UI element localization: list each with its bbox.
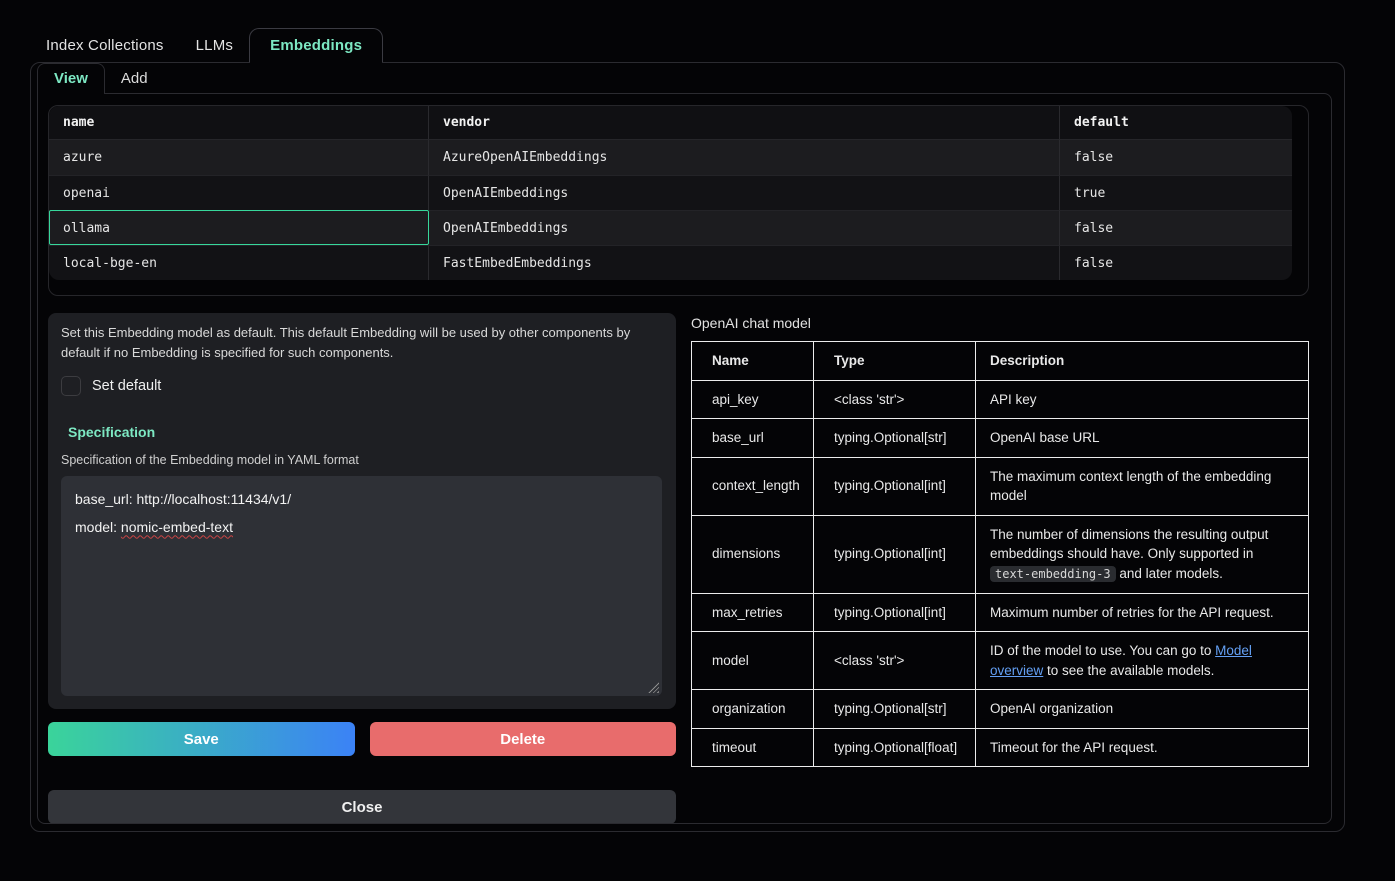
doc-column-name: Name — [692, 342, 814, 381]
specification-sublabel: Specification of the Embedding model in … — [61, 453, 662, 467]
doc-table-header: Name Type Description — [692, 342, 1309, 381]
tab-view[interactable]: View — [37, 63, 105, 93]
close-button[interactable]: Close — [48, 790, 676, 824]
table-row[interactable]: azure AzureOpenAIEmbeddings false — [49, 140, 1292, 175]
set-default-label: Set default — [92, 378, 161, 394]
set-default-description: Set this Embedding model as default. Thi… — [61, 323, 661, 363]
table-row[interactable]: ollama OpenAIEmbeddings false — [49, 210, 1292, 245]
doc-table-row: model <class 'str'> ID of the model to u… — [692, 632, 1309, 690]
doc-table-row: base_url typing.Optional[str] OpenAI bas… — [692, 419, 1309, 458]
yaml-spec-editor[interactable]: base_url: http://localhost:11434/v1/ mod… — [61, 476, 662, 696]
doc-table-row: organization typing.Optional[str] OpenAI… — [692, 690, 1309, 729]
set-default-checkbox[interactable] — [61, 376, 81, 396]
doc-table-row: api_key <class 'str'> API key — [692, 380, 1309, 419]
cell-default[interactable]: false — [1060, 210, 1292, 245]
embeddings-table: name vendor default azure AzureOpenAIEmb… — [49, 106, 1292, 280]
yaml-line-2: model: nomic-embed-text — [75, 514, 648, 541]
tab-add[interactable]: Add — [105, 63, 164, 93]
doc-cell-type: typing.Optional[int] — [814, 457, 976, 515]
sub-tab-bar: View Add — [31, 63, 1344, 93]
resize-handle[interactable] — [648, 682, 659, 693]
doc-cell-name: model — [692, 632, 814, 690]
delete-button[interactable]: Delete — [370, 722, 677, 756]
doc-column-description: Description — [976, 342, 1309, 381]
cell-vendor[interactable]: OpenAIEmbeddings — [429, 210, 1060, 245]
cell-default[interactable]: false — [1060, 140, 1292, 175]
embeddings-table-card: name vendor default azure AzureOpenAIEmb… — [48, 105, 1309, 296]
doc-cell-name: dimensions — [692, 515, 814, 593]
doc-cell-type: <class 'str'> — [814, 380, 976, 419]
doc-cell-type: typing.Optional[str] — [814, 419, 976, 458]
model-doc-table: Name Type Description api_key <class 'st… — [691, 341, 1309, 767]
cell-name[interactable]: openai — [49, 175, 429, 210]
doc-cell-name: context_length — [692, 457, 814, 515]
tab-index-collections[interactable]: Index Collections — [30, 28, 180, 62]
doc-cell-type: typing.Optional[float] — [814, 728, 976, 767]
cell-name[interactable]: azure — [49, 140, 429, 175]
cell-name[interactable]: ollama — [49, 210, 429, 245]
doc-cell-name: timeout — [692, 728, 814, 767]
doc-cell-type: typing.Optional[int] — [814, 515, 976, 593]
cell-vendor[interactable]: AzureOpenAIEmbeddings — [429, 140, 1060, 175]
doc-cell-description: The maximum context length of the embedd… — [976, 457, 1309, 515]
doc-cell-description: Maximum number of retries for the API re… — [976, 593, 1309, 632]
save-button[interactable]: Save — [48, 722, 355, 756]
embeddings-tab-panel: View Add name vendor default azure Azure… — [30, 62, 1345, 832]
doc-cell-type: typing.Optional[str] — [814, 690, 976, 729]
doc-column-type: Type — [814, 342, 976, 381]
cell-vendor[interactable]: FastEmbedEmbeddings — [429, 245, 1060, 280]
set-default-row: Set default — [61, 376, 662, 396]
doc-cell-type: <class 'str'> — [814, 632, 976, 690]
column-header-vendor: vendor — [429, 106, 1060, 140]
cell-vendor[interactable]: OpenAIEmbeddings — [429, 175, 1060, 210]
doc-cell-name: api_key — [692, 380, 814, 419]
inline-code: text-embedding-3 — [990, 566, 1116, 582]
view-tab-panel: name vendor default azure AzureOpenAIEmb… — [37, 93, 1332, 824]
doc-cell-description: OpenAI organization — [976, 690, 1309, 729]
specification-heading: Specification — [68, 424, 662, 440]
doc-cell-description: API key — [976, 380, 1309, 419]
tab-embeddings[interactable]: Embeddings — [249, 28, 383, 62]
default-and-spec-card: Set this Embedding model as default. Thi… — [48, 313, 676, 709]
tab-llms[interactable]: LLMs — [180, 28, 249, 62]
doc-cell-description: The number of dimensions the resulting o… — [976, 515, 1309, 593]
cell-name[interactable]: local-bge-en — [49, 245, 429, 280]
doc-table-row: dimensions typing.Optional[int] The numb… — [692, 515, 1309, 593]
doc-cell-description: Timeout for the API request. — [976, 728, 1309, 767]
table-row[interactable]: local-bge-en FastEmbedEmbeddings false — [49, 245, 1292, 280]
embeddings-table-header: name vendor default — [49, 106, 1292, 140]
doc-table-row: timeout typing.Optional[float] Timeout f… — [692, 728, 1309, 767]
doc-cell-name: base_url — [692, 419, 814, 458]
doc-cell-type: typing.Optional[int] — [814, 593, 976, 632]
doc-cell-description: OpenAI base URL — [976, 419, 1309, 458]
yaml-line-1: base_url: http://localhost:11434/v1/ — [75, 486, 648, 513]
cell-default[interactable]: false — [1060, 245, 1292, 280]
doc-table-row: max_retries typing.Optional[int] Maximum… — [692, 593, 1309, 632]
doc-cell-name: max_retries — [692, 593, 814, 632]
doc-table-row: context_length typing.Optional[int] The … — [692, 457, 1309, 515]
main-tab-bar: Index Collections LLMs Embeddings — [30, 0, 1395, 62]
table-row[interactable]: openai OpenAIEmbeddings true — [49, 175, 1292, 210]
doc-cell-name: organization — [692, 690, 814, 729]
cell-default[interactable]: true — [1060, 175, 1292, 210]
column-header-default: default — [1060, 106, 1292, 140]
doc-cell-description: ID of the model to use. You can go to Mo… — [976, 632, 1309, 690]
column-header-name: name — [49, 106, 429, 140]
model-doc-title: OpenAI chat model — [691, 313, 1321, 331]
misspelled-word: nomic-embed-text — [121, 519, 233, 535]
